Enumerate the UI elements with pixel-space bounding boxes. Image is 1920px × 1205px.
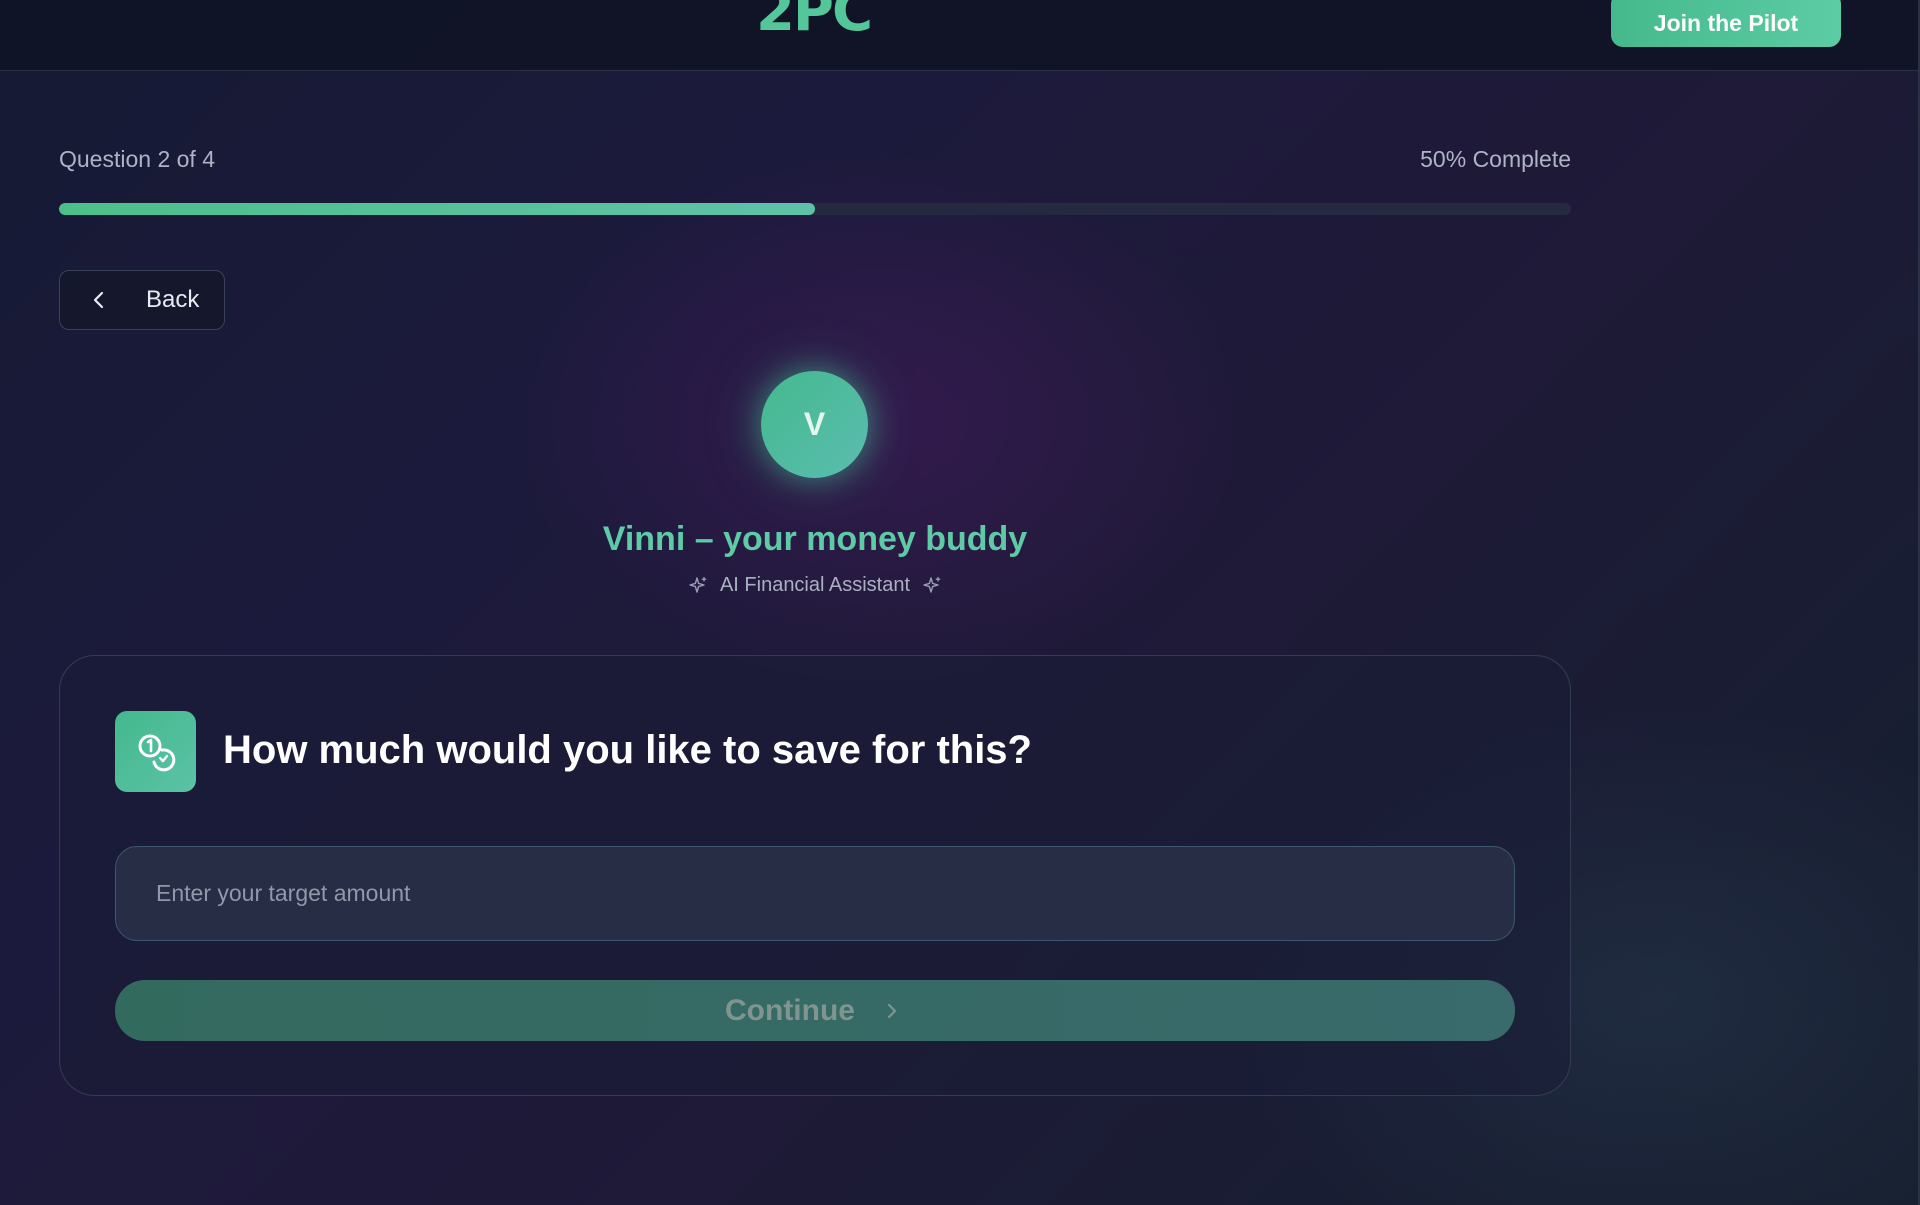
brand-logo[interactable]: 2PC: [736, 0, 891, 38]
continue-button[interactable]: Continue: [115, 980, 1515, 1041]
assistant-name: Vinni – your money buddy: [602, 520, 1028, 558]
question-title: How much would you like to save for this…: [223, 728, 1032, 772]
top-navigation-bar: 2PC Join the Pilot: [0, 0, 1920, 71]
join-the-pilot-button[interactable]: Join the Pilot: [1611, 0, 1841, 47]
question-counter: Question 2 of 4: [59, 146, 215, 172]
chevron-left-icon: [92, 290, 128, 310]
question-card: How much would you like to save for this…: [59, 655, 1571, 1096]
coins-icon: [115, 711, 196, 792]
progress-percent-label: 50% Complete: [1420, 146, 1571, 172]
sparkles-icon: [688, 576, 708, 596]
back-button[interactable]: Back: [59, 270, 225, 330]
continue-button-label: Continue: [725, 993, 855, 1027]
assistant-avatar: V: [761, 371, 868, 478]
back-button-label: Back: [146, 286, 200, 313]
progress-bar: [59, 203, 1571, 215]
target-amount-input[interactable]: [115, 846, 1515, 941]
assistant-subtitle: AI Financial Assistant: [719, 574, 911, 596]
sparkles-icon: [922, 576, 942, 596]
chevron-right-icon: [885, 1001, 905, 1021]
progress-bar-fill: [59, 203, 815, 215]
assistant-subtitle-row: AI Financial Assistant: [540, 574, 1090, 597]
